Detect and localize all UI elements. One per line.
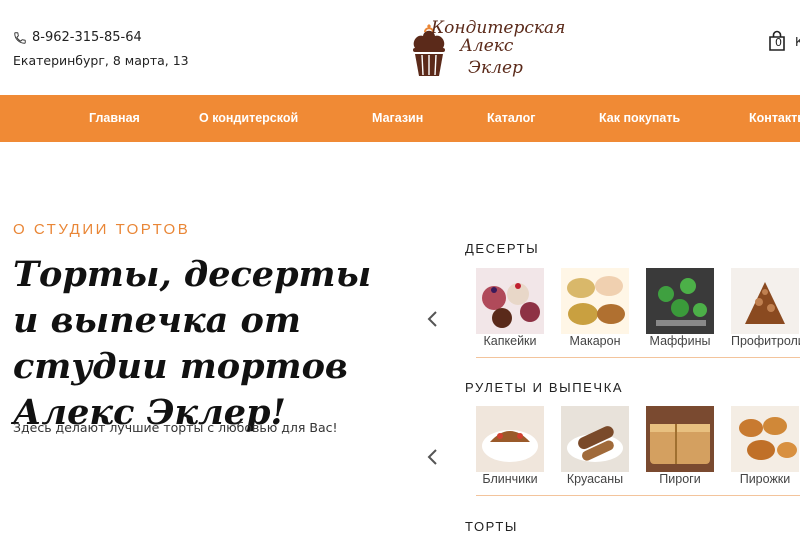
category-row-pastry: Блинчики Круасаны Пироги Пирожки [476,406,800,491]
category-item-label: Круасаны [566,472,624,486]
category-item[interactable]: Капкейки [476,268,546,353]
category-item-label: Блинчики [482,472,538,486]
category-item-label: Профитроли [731,334,800,348]
hero-eyebrow: О СТУДИИ ТОРТОВ [13,221,191,238]
hero-subtitle: Здесь делают лучшие торты с любовью для … [13,420,338,435]
category-divider [476,495,800,496]
nav-item-how-to-buy[interactable]: Как покупать [599,95,680,142]
category-title-cakes: ТОРТЫ [465,519,519,534]
muffins-photo [646,268,714,334]
nav-item-contacts[interactable]: Контакты [749,95,800,142]
main-nav: Главная О кондитерской Магазин Каталог К… [0,95,800,142]
macarons-photo [561,268,629,334]
pies-photo [646,406,714,472]
pirozhki-photo [731,406,799,472]
logo-line-1: Кондитерская [431,18,566,38]
category-item-label: Макарон [569,334,621,348]
phone-number: 8-962-315-85-64 [32,30,142,45]
category-title-desserts: ДЕСЕРТЫ [465,241,540,256]
chevron-left-icon[interactable] [424,448,442,466]
nav-item-about[interactable]: О кондитерской [199,95,298,142]
category-item[interactable]: Профитроли [731,268,800,353]
chevron-left-icon[interactable] [424,310,442,328]
category-item[interactable]: Пирожки [731,406,800,491]
address-text: Екатеринбург, 8 марта, 13 [13,53,189,68]
category-item[interactable]: Блинчики [476,406,546,491]
contact-block: 8-962-315-85-64 Екатеринбург, 8 марта, 1… [13,30,189,68]
category-item-label: Пироги [659,472,701,486]
cart-count: 0 [775,36,782,49]
category-item[interactable]: Круасаны [561,406,631,491]
logo-line-3: Эклер [468,58,523,78]
category-divider [476,357,800,358]
category-item[interactable]: Маффины [646,268,716,353]
cart-label: К [795,35,800,49]
category-item[interactable]: Макарон [561,268,631,353]
site-logo[interactable]: Кондитерская Алекс Эклер [405,18,565,84]
cart-button[interactable]: 0 К [767,30,800,52]
site-header: 8-962-315-85-64 Екатеринбург, 8 марта, 1… [0,0,800,95]
pancakes-photo [476,406,544,472]
nav-item-catalog[interactable]: Каталог [487,95,535,142]
phone-link[interactable]: 8-962-315-85-64 [13,30,189,45]
nav-item-home[interactable]: Главная [89,95,140,142]
phone-icon [14,31,26,44]
logo-line-2: Алекс [460,36,514,56]
profiteroles-photo [731,268,799,334]
category-item-label: Капкейки [483,334,537,348]
category-title-pastry: РУЛЕТЫ И ВЫПЕЧКА [465,380,624,395]
category-row-desserts: Капкейки Макарон Маффины Профитроли [476,268,800,353]
nav-item-shop[interactable]: Магазин [372,95,423,142]
category-item-label: Пирожки [739,472,791,486]
category-item[interactable]: Пироги [646,406,716,491]
croissants-photo [561,406,629,472]
category-item-label: Маффины [649,334,711,348]
hero-title: Торты, десерты и выпечка от студии торто… [13,254,372,433]
cupcakes-photo [476,268,544,334]
